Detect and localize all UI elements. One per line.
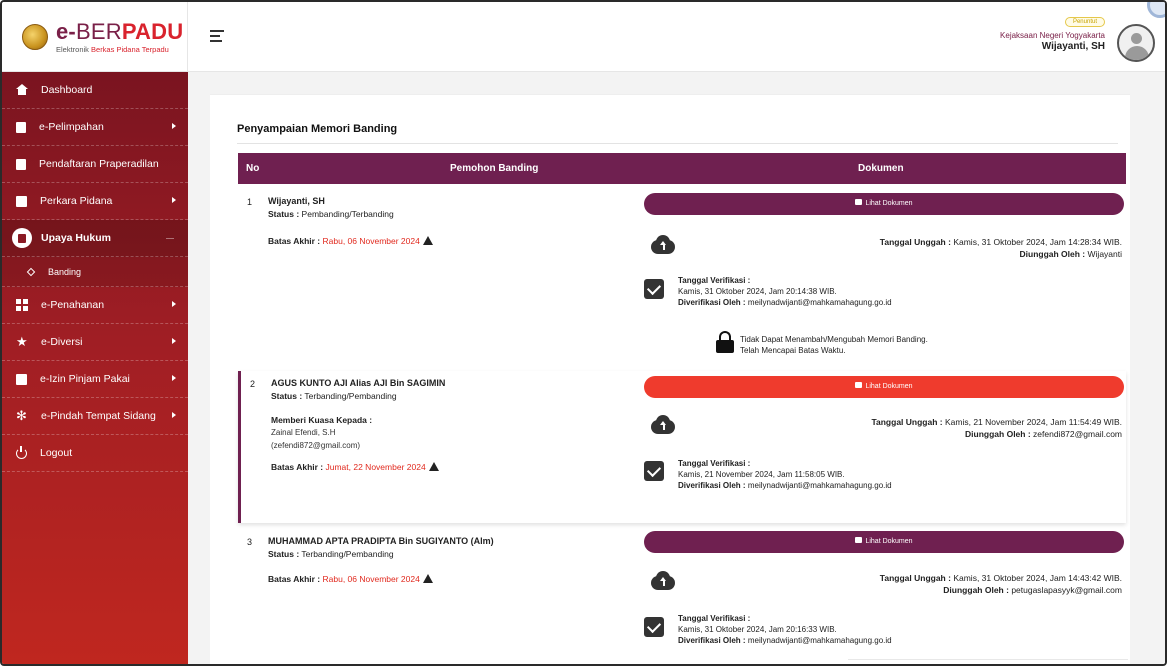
sidebar-item-logout[interactable]: Logout	[2, 435, 188, 472]
user-info: Penuntut Kejaksaan Negeri Yogyakarta Wij…	[1000, 10, 1105, 52]
star-icon: ★	[16, 334, 28, 349]
lock-message: Tidak Dapat Menambah/Mengubah Memori Ban…	[740, 335, 928, 355]
upload-info: Tanggal Unggah : Kamis, 21 November 2024…	[871, 417, 1122, 439]
deadline: Batas Akhir : Rabu, 06 November 2024	[268, 573, 433, 584]
column-header-pemohon: Pemohon Banding	[450, 163, 539, 174]
cloud-upload-icon	[648, 571, 678, 591]
main-content: Penyampaian Memori Banding No Pemohon Ba…	[188, 72, 1165, 664]
verification-info: Tanggal Verifikasi : Kamis, 31 Oktober 2…	[678, 614, 892, 645]
sidebar: Dashboard e-Pelimpahan Pendaftaran Prape…	[2, 72, 188, 664]
chevron-right-icon	[172, 301, 176, 307]
chevron-right-icon	[172, 197, 176, 203]
sidebar-item-e-izin-pinjam-pakai[interactable]: e-Izin Pinjam Pakai	[2, 361, 188, 398]
logo-title: e-BERPADU	[56, 18, 184, 44]
table-row: 3 MUHAMMAD APTA PRADIPTA Bin SUGIYANTO (…	[238, 529, 1128, 664]
cloud-upload-icon	[648, 415, 678, 435]
appellant-status: Status : Terbanding/Pembanding	[268, 549, 394, 559]
pencil-icon	[16, 195, 27, 207]
folder-icon	[855, 382, 863, 388]
sidebar-item-e-diversi[interactable]: ★ e-Diversi	[2, 324, 188, 361]
verification-info: Tanggal Verifikasi : Kamis, 21 November …	[678, 459, 892, 490]
warning-icon	[428, 462, 439, 471]
attorney-name: Zainal Efendi, S.H	[271, 428, 336, 437]
appellant-status: Status : Terbanding/Pembanding	[271, 391, 397, 401]
diamond-icon	[26, 267, 36, 276]
row-number: 2	[250, 379, 256, 389]
folder-icon	[855, 537, 863, 543]
chevron-right-icon	[172, 412, 176, 418]
view-document-button[interactable]: Lihat Dokumen	[644, 531, 1124, 553]
sidebar-item-e-penahanan[interactable]: e-Penahanan	[2, 287, 188, 324]
column-header-no: No	[246, 163, 260, 174]
role-badge: Penuntut	[1064, 17, 1105, 27]
row-number: 1	[247, 197, 253, 207]
lock-icon	[716, 331, 734, 353]
menu-toggle-icon[interactable]	[210, 30, 224, 44]
table-header: No Pemohon Banding Dokumen	[238, 153, 1126, 184]
brand-logo[interactable]: e-BERPADU Elektronik Berkas Pidana Terpa…	[2, 2, 188, 72]
sidebar-item-perkara-pidana[interactable]: Perkara Pidana	[2, 183, 188, 220]
power-icon	[16, 445, 27, 459]
copy-icon	[12, 228, 32, 248]
check-icon	[644, 617, 664, 637]
chevron-right-icon	[172, 338, 176, 344]
view-document-button[interactable]: Lihat Dokumen	[644, 376, 1124, 398]
gear-icon: ✻	[16, 408, 27, 423]
deadline: Batas Akhir : Rabu, 06 November 2024	[268, 235, 433, 246]
content-card: Penyampaian Memori Banding No Pemohon Ba…	[210, 94, 1130, 664]
sidebar-subitem-banding[interactable]: Banding	[2, 257, 188, 287]
sidebar-item-upaya-hukum[interactable]: Upaya Hukum	[2, 220, 188, 257]
appellant-name: MUHAMMAD APTA PRADIPTA Bin SUGIYANTO (Al…	[268, 536, 494, 546]
column-header-dokumen: Dokumen	[858, 163, 904, 174]
user-name: Wijayanti, SH	[1041, 41, 1105, 52]
corner-widget-icon	[1147, 2, 1165, 18]
chevron-right-icon	[172, 123, 176, 129]
verification-info: Tanggal Verifikasi : Kamis, 31 Oktober 2…	[678, 276, 892, 307]
home-icon	[16, 84, 28, 96]
page-title: Penyampaian Memori Banding	[237, 123, 398, 135]
emblem-icon	[22, 24, 48, 50]
top-header: e-BERPADU Elektronik Berkas Pidana Terpa…	[2, 2, 1165, 72]
cloud-upload-icon	[648, 235, 678, 255]
row-number: 3	[247, 537, 253, 547]
pencil-icon	[16, 373, 27, 385]
folder-icon	[855, 199, 863, 205]
check-icon	[644, 461, 664, 481]
view-document-button[interactable]: Lihat Dokumen	[644, 193, 1124, 215]
sidebar-item-praperadilan[interactable]: Pendaftaran Praperadilan	[2, 146, 188, 183]
table-row: 1 Wijayanti, SH Status : Pembanding/Terb…	[238, 189, 1126, 371]
warning-icon	[422, 236, 433, 245]
app-window: e-BERPADU Elektronik Berkas Pidana Terpa…	[0, 0, 1167, 666]
grid-icon	[16, 299, 28, 311]
attorney-email: (zefendi872@gmail.com)	[271, 441, 361, 450]
sidebar-item-e-pelimpahan[interactable]: e-Pelimpahan	[2, 109, 188, 146]
check-icon	[644, 279, 664, 299]
logo-subtitle: Elektronik Berkas Pidana Terpadu	[56, 44, 169, 54]
table-row: 2 AGUS KUNTO AJI Alias AJI Bin SAGIMIN S…	[238, 371, 1126, 523]
sidebar-item-dashboard[interactable]: Dashboard	[2, 72, 188, 109]
document-icon	[16, 121, 26, 133]
appellant-name: Wijayanti, SH	[268, 196, 325, 206]
sidebar-item-e-pindah-tempat-sidang[interactable]: ✻ e-Pindah Tempat Sidang	[2, 398, 188, 435]
power-of-attorney-label: Memberi Kuasa Kepada :	[271, 415, 373, 425]
user-office: Kejaksaan Negeri Yogyakarta	[1000, 31, 1105, 40]
appellant-name: AGUS KUNTO AJI Alias AJI Bin SAGIMIN	[271, 378, 446, 388]
appellant-status: Status : Pembanding/Terbanding	[268, 209, 394, 219]
warning-icon	[422, 574, 433, 583]
upload-info: Tanggal Unggah : Kamis, 31 Oktober 2024,…	[879, 237, 1122, 259]
upload-info: Tanggal Unggah : Kamis, 31 Oktober 2024,…	[879, 573, 1122, 595]
deadline: Batas Akhir : Jumat, 22 November 2024	[271, 461, 439, 472]
avatar[interactable]	[1117, 24, 1155, 62]
document-icon	[16, 158, 26, 170]
chevron-right-icon	[172, 375, 176, 381]
